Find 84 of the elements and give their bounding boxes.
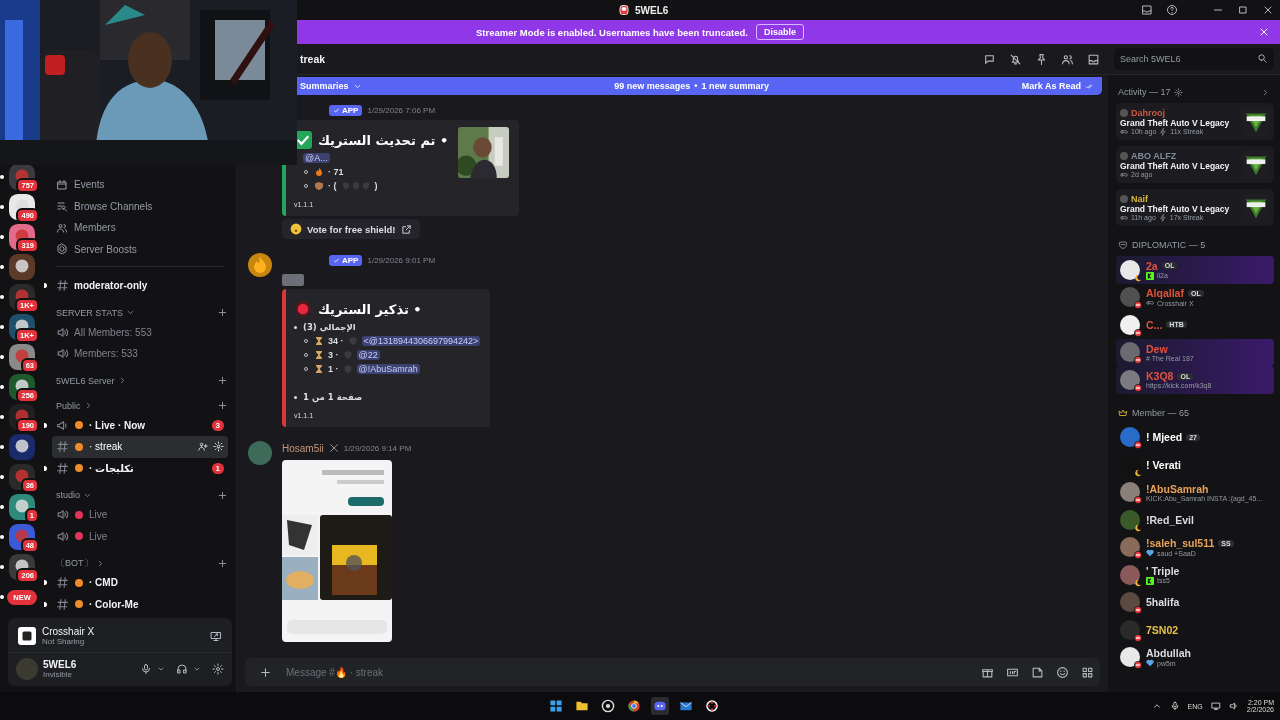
member-name: !Red_Evil [1146, 513, 1194, 526]
streak-count: 34 · [328, 336, 344, 346]
member-name: 5halifa [1146, 596, 1180, 609]
member-name: !saleh_sul511 [1146, 537, 1215, 550]
search-field[interactable]: Search 5WEL6 [1114, 48, 1274, 70]
summaries-button[interactable]: Summaries [300, 81, 349, 91]
message-composer[interactable]: Message #🔥 · streak [245, 658, 1100, 686]
user-status: Invisible [43, 670, 73, 679]
separator-dot: • [694, 81, 698, 91]
sidebar-item[interactable]: Members [52, 217, 228, 239]
category-header[interactable]: studio [56, 490, 81, 500]
channel-item[interactable]: · streak [52, 436, 228, 458]
user-mention[interactable]: <@1318944306697994242> [361, 336, 481, 346]
new-summary-count: 1 new summary [701, 81, 770, 91]
timestamp: 1/29/2026 7:06 PM [367, 105, 436, 115]
member-name: 2a [1146, 259, 1158, 272]
disable-button[interactable]: Disable [755, 24, 804, 40]
member-item[interactable]: 7SN02 [1116, 616, 1274, 644]
game-title: Grand Theft Auto V Legacy [1120, 203, 1231, 214]
channel-item[interactable]: Members: 533 [52, 343, 228, 365]
member-name: ' Triple [1146, 564, 1180, 577]
member-item[interactable]: 5halifa [1116, 588, 1274, 616]
channel-title: treak [300, 53, 326, 65]
app-tag: APP [329, 104, 363, 116]
app-tag: APP [329, 254, 363, 266]
username: 5WEL6 [43, 659, 77, 670]
section-header: Activity — 17 [1118, 87, 1171, 97]
message-input[interactable]: Message #🔥 · streak [284, 665, 969, 679]
sidebar-item[interactable]: Events [52, 174, 228, 196]
page-indicator: صفحة 1 من 1 [303, 392, 363, 402]
member-name: K3Q8 [1146, 370, 1174, 383]
line-text: ) [374, 181, 378, 191]
channel-item[interactable]: · Live · Now 3 [52, 414, 228, 436]
group-header: DIPLOMATIC — 5 [1132, 240, 1206, 250]
member-name: Abdullah [1146, 647, 1191, 660]
sidebar-item[interactable]: Server Boosts [52, 238, 228, 260]
category-header[interactable]: 5WEL6 Server [56, 375, 115, 386]
sidebar-item[interactable]: Browse Channels [52, 195, 228, 217]
username: ABO ALFZ [1131, 150, 1177, 161]
channel-item[interactable]: All Members: 553 [52, 321, 228, 343]
total-label: الإجمالي (3) [303, 322, 356, 332]
channel-item[interactable]: · CMD [52, 572, 228, 594]
timestamp: 1/29/2026 9:01 PM [367, 255, 436, 265]
group-header: Member — 65 [1132, 407, 1190, 418]
member-name: Dew [1146, 342, 1168, 355]
vote-button[interactable]: Vote for free shield! [282, 219, 420, 239]
streak-count: 3 · [328, 350, 339, 360]
category-header[interactable]: 〔BOT〕 [56, 556, 93, 570]
username: Naif [1131, 193, 1148, 204]
user-mention[interactable]: @!AbuSamrah [356, 364, 420, 374]
window-title: 5WEL6 [635, 4, 669, 16]
user-mention[interactable]: @A... [303, 153, 330, 163]
embed-title: تم تحديث الستريك • [318, 132, 449, 148]
category-header[interactable]: SERVER STATS [56, 307, 124, 318]
mention-count-badge: 1 [211, 462, 224, 474]
member-name: ! Verati [1146, 458, 1182, 471]
game-title: Grand Theft Auto V Legacy [1120, 117, 1231, 128]
member-name: ! Mjeed [1146, 431, 1183, 444]
channel-item[interactable]: Live [52, 504, 228, 526]
category-header[interactable]: Public [56, 400, 81, 411]
member-name: 7SN02 [1146, 623, 1179, 636]
user-mention[interactable]: @22 [356, 350, 380, 360]
author-name[interactable]: Hosam5ii [282, 442, 324, 454]
streak-count: 1 · [328, 364, 339, 374]
member-name: C... [1146, 318, 1163, 331]
channel-item[interactable]: Live [52, 525, 228, 547]
member-name: Alqallaf [1146, 287, 1184, 300]
mark-as-read-button[interactable]: Mark As Read [1021, 81, 1081, 91]
embed-title: تذكير الستريك • [318, 301, 422, 317]
banner-text: Streamer Mode is enabled. Usernames have been truncated. [476, 26, 748, 38]
member-item[interactable]: !Red_Evil [1116, 506, 1274, 534]
member-name: !AbuSamrah [1146, 482, 1209, 495]
line-text: · ( [328, 181, 337, 191]
timestamp: 1/29/2026 9:14 PM [343, 443, 412, 453]
game-title: Grand Theft Auto V Legacy [1120, 160, 1231, 171]
channel-item[interactable]: · Color-Me [52, 593, 228, 615]
activity-status: Not Sharing [42, 637, 86, 646]
member-item[interactable]: ! Verati [1116, 451, 1274, 479]
mention-count-badge: 3 [211, 419, 224, 431]
activity-name: Crosshair X [42, 626, 95, 637]
line-text: · 71 [328, 167, 344, 177]
username: Dahrooj [1131, 107, 1165, 118]
channel-item[interactable]: moderator-only [52, 275, 228, 297]
new-messages-count: 99 new messages [614, 81, 691, 91]
